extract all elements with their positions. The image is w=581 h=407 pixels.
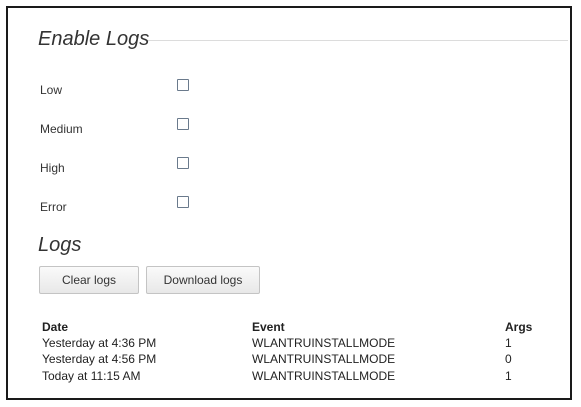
download-logs-button[interactable]: Download logs xyxy=(146,266,260,294)
cell-args: 0 xyxy=(505,352,512,366)
column-header-args: Args xyxy=(505,320,533,334)
low-checkbox[interactable] xyxy=(177,79,189,91)
column-header-event: Event xyxy=(252,320,285,334)
cell-date: Yesterday at 4:36 PM xyxy=(42,336,157,350)
cell-args: 1 xyxy=(505,369,512,383)
level-label-low: Low xyxy=(40,83,63,97)
level-label-high: High xyxy=(40,161,65,175)
cell-event: WLANTRUINSTALLMODE xyxy=(252,352,396,366)
cell-date: Today at 11:15 AM xyxy=(42,369,141,383)
clear-logs-button[interactable]: Clear logs xyxy=(39,266,139,294)
enable-logs-title: Enable Logs xyxy=(38,28,150,50)
cell-args: 1 xyxy=(505,336,512,350)
level-label-error: Error xyxy=(40,200,67,214)
high-checkbox[interactable] xyxy=(177,157,189,169)
medium-checkbox[interactable] xyxy=(177,118,189,130)
cell-date: Yesterday at 4:56 PM xyxy=(42,352,157,366)
logs-panel: Enable Logs Low Medium High Error Logs C… xyxy=(6,6,572,400)
column-header-date: Date xyxy=(42,320,69,334)
level-label-medium: Medium xyxy=(40,122,83,136)
error-checkbox[interactable] xyxy=(177,196,189,208)
enable-logs-divider xyxy=(148,40,568,41)
logs-title: Logs xyxy=(38,234,82,256)
cell-event: WLANTRUINSTALLMODE xyxy=(252,336,396,350)
cell-event: WLANTRUINSTALLMODE xyxy=(252,369,396,383)
